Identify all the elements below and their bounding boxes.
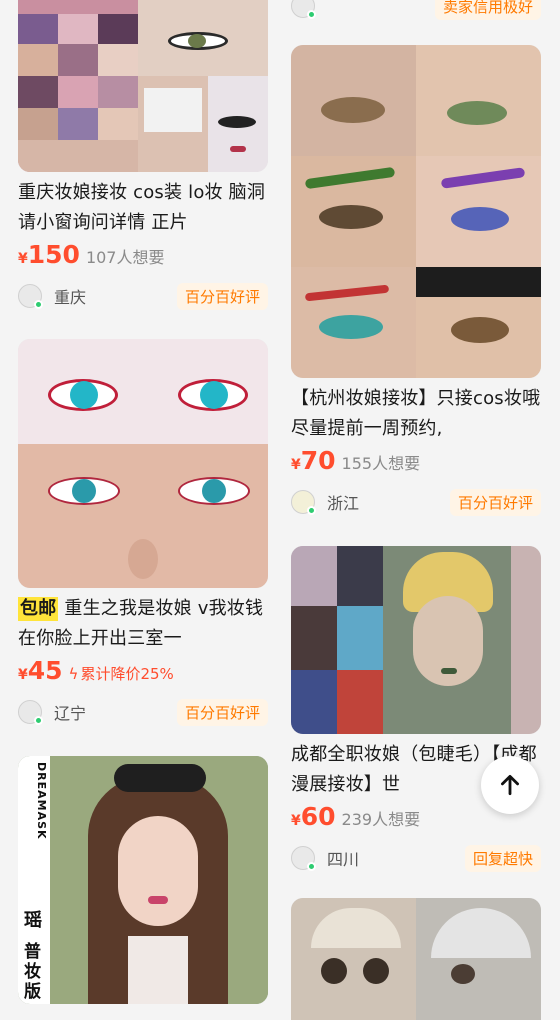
product-image-eye-grid[interactable] bbox=[291, 45, 541, 378]
product-feed: 重庆妆娘接妆 cos装 lo妆 脑洞 请小窗询问详情 正片 ¥ 150 107人… bbox=[0, 0, 560, 1020]
want-count: 155人想要 bbox=[341, 454, 421, 473]
online-status-dot bbox=[307, 862, 316, 871]
product-image-gothic-makeup[interactable] bbox=[291, 898, 541, 1020]
online-status-dot bbox=[307, 506, 316, 515]
product-card-dreamask[interactable]: DREAMASK 瑶 普妆版 bbox=[18, 756, 268, 1004]
product-card-sichuan[interactable]: 成都全职妆娘（包睫毛）【成都漫展接妆】世 ¥ 60 239人想要 四川 回复超快 bbox=[291, 546, 541, 878]
product-title[interactable]: 重庆妆娘接妆 cos装 lo妆 脑洞 请小窗询问详情 正片 bbox=[18, 178, 268, 238]
product-image-anime-eye-makeup[interactable] bbox=[18, 339, 268, 588]
seller-row[interactable]: 浙江 百分百好评 bbox=[291, 482, 541, 522]
currency-symbol: ¥ bbox=[18, 251, 28, 267]
seller-avatar[interactable] bbox=[291, 0, 316, 19]
price-drop-label: 累计降价25% bbox=[80, 665, 174, 683]
product-price: 150 bbox=[27, 240, 80, 269]
product-card-zhejiang[interactable]: 【杭州妆娘接妆】只接cos妆哦 尽量提前一周预约, ¥ 70 155人想要 浙江… bbox=[291, 45, 541, 522]
online-status-dot bbox=[307, 10, 316, 19]
seller-location: 四川 bbox=[327, 850, 360, 869]
product-card-liaoning[interactable]: 包邮 重生之我是妆娘 v我妆钱 在你脸上开出三室一 ¥ 45 ϟ 累计降价25% … bbox=[18, 339, 268, 732]
currency-symbol: ¥ bbox=[291, 813, 301, 829]
seller-row[interactable]: 重庆 百分百好评 bbox=[18, 276, 268, 316]
seller-avatar[interactable] bbox=[18, 700, 43, 725]
product-card-chongqing[interactable]: 重庆妆娘接妆 cos装 lo妆 脑洞 请小窗询问详情 正片 ¥ 150 107人… bbox=[18, 0, 268, 316]
rating-badge: 百分百好评 bbox=[176, 282, 268, 310]
product-image-mask-product[interactable]: DREAMASK 瑶 普妆版 bbox=[18, 756, 268, 1004]
product-card-previous-remnant[interactable]: 卖家信用极好 bbox=[291, 0, 541, 26]
seller-location: 浙江 bbox=[327, 494, 360, 513]
seller-location: 辽宁 bbox=[54, 704, 87, 723]
back-to-top-button[interactable] bbox=[481, 756, 539, 814]
want-count: 239人想要 bbox=[341, 810, 421, 829]
rating-badge: 百分百好评 bbox=[176, 698, 268, 726]
seller-row[interactable]: 四川 回复超快 bbox=[291, 838, 541, 878]
lightning-icon: ϟ bbox=[68, 665, 79, 683]
currency-symbol: ¥ bbox=[291, 457, 301, 473]
price-row: ¥ 70 155人想要 bbox=[291, 446, 541, 476]
seller-avatar[interactable] bbox=[291, 846, 316, 871]
product-title[interactable]: 包邮 重生之我是妆娘 v我妆钱 在你脸上开出三室一 bbox=[18, 594, 268, 654]
product-card-next[interactable] bbox=[291, 898, 541, 1020]
product-image-makeup-collage[interactable] bbox=[18, 0, 268, 172]
product-name-vertical: 瑶 bbox=[24, 910, 42, 931]
arrow-up-icon bbox=[501, 774, 519, 796]
free-shipping-tag: 包邮 bbox=[18, 597, 59, 621]
want-count: 107人想要 bbox=[85, 248, 165, 267]
product-style-vertical: 普妆版 bbox=[24, 942, 41, 1002]
seller-row[interactable]: 卖家信用极好 bbox=[291, 0, 541, 26]
product-price: 60 bbox=[300, 802, 336, 831]
rating-badge: 回复超快 bbox=[464, 844, 541, 872]
rating-badge: 卖家信用极好 bbox=[434, 0, 541, 20]
seller-location: 重庆 bbox=[54, 288, 87, 307]
product-title[interactable]: 【杭州妆娘接妆】只接cos妆哦 尽量提前一周预约, bbox=[291, 384, 541, 444]
price-row: ¥ 150 107人想要 bbox=[18, 240, 268, 270]
price-row: ¥ 45 ϟ 累计降价25% bbox=[18, 656, 268, 686]
seller-row[interactable]: 辽宁 百分百好评 bbox=[18, 692, 268, 732]
online-status-dot bbox=[34, 300, 43, 309]
seller-avatar[interactable] bbox=[18, 284, 43, 309]
product-price: 45 bbox=[27, 656, 63, 685]
seller-avatar[interactable] bbox=[291, 490, 316, 515]
currency-symbol: ¥ bbox=[18, 667, 28, 683]
product-price: 70 bbox=[300, 446, 336, 475]
online-status-dot bbox=[34, 716, 43, 725]
rating-badge: 百分百好评 bbox=[449, 488, 541, 516]
brand-vertical-text: DREAMASK bbox=[35, 762, 48, 840]
product-image-cosplay-collage[interactable] bbox=[291, 546, 541, 734]
